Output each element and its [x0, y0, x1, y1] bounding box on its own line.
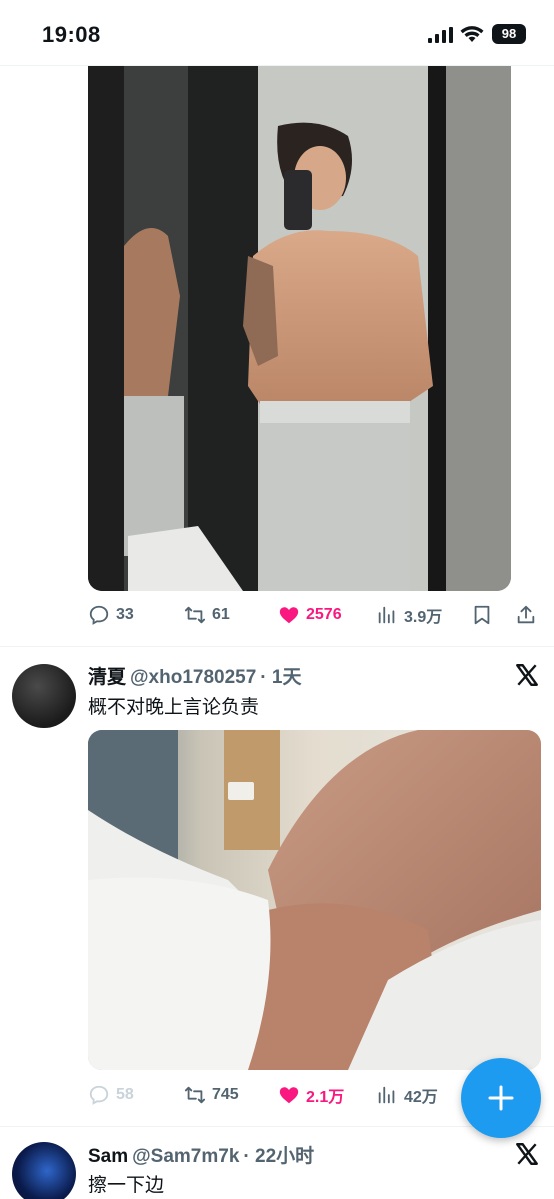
- post-actions: 33 61 2576 3.9万: [88, 600, 540, 630]
- views-icon: [378, 1086, 395, 1104]
- status-bar: 19:08 98: [0, 0, 554, 66]
- compose-button[interactable]: [461, 1058, 541, 1138]
- views-count: 42万: [404, 1089, 438, 1106]
- views-button[interactable]: 3.9万: [376, 600, 442, 630]
- reply-count: 33: [116, 606, 134, 623]
- display-name[interactable]: 清夏: [88, 667, 126, 688]
- x-logo-icon[interactable]: [514, 1141, 540, 1167]
- repost-button[interactable]: 61: [184, 600, 230, 630]
- avatar[interactable]: [12, 1142, 76, 1199]
- post-image[interactable]: [88, 66, 511, 591]
- repost-count: 745: [212, 1086, 239, 1103]
- signal-icon: [428, 27, 453, 43]
- reply-icon: [89, 1085, 109, 1105]
- bookmark-icon: [474, 605, 490, 625]
- post-header: 清夏 @xho1780257 · 1天: [88, 662, 301, 689]
- plus-icon: [488, 1085, 514, 1111]
- post-header: Sam @Sam7m7k · 22小时: [88, 1141, 314, 1168]
- reply-icon: [89, 605, 109, 625]
- status-time: 19:08: [42, 22, 101, 47]
- post-divider: [0, 1126, 554, 1127]
- post-image[interactable]: [88, 730, 541, 1070]
- post-text: 擦一下边: [88, 1175, 165, 1196]
- share-icon: [517, 605, 535, 624]
- share-button[interactable]: [515, 600, 537, 630]
- repost-icon: [184, 1086, 206, 1104]
- like-count: 2.1万: [306, 1089, 345, 1106]
- like-count: 2576: [306, 606, 342, 623]
- like-icon: [279, 607, 299, 624]
- like-icon: [279, 1087, 299, 1104]
- avatar[interactable]: [12, 664, 76, 728]
- display-name[interactable]: Sam: [88, 1146, 128, 1167]
- reply-button[interactable]: 33: [88, 600, 134, 630]
- reply-button[interactable]: 58: [88, 1080, 134, 1110]
- views-icon: [378, 606, 395, 624]
- wifi-icon: [460, 26, 484, 42]
- battery-indicator: 98: [492, 24, 526, 44]
- post-divider: [0, 646, 554, 647]
- views-count: 3.9万: [404, 609, 443, 626]
- repost-button[interactable]: 745: [184, 1080, 239, 1110]
- like-button[interactable]: 2576: [278, 600, 342, 630]
- post-text: 概不对晚上言论负责: [88, 697, 260, 718]
- user-handle[interactable]: @xho1780257: [130, 667, 256, 688]
- views-button[interactable]: 42万: [376, 1080, 438, 1110]
- reply-count: 58: [116, 1086, 134, 1103]
- bookmark-button[interactable]: [471, 600, 493, 630]
- x-logo-icon[interactable]: [514, 662, 540, 688]
- post-time: · 22小时: [243, 1146, 315, 1167]
- user-handle[interactable]: @Sam7m7k: [132, 1146, 239, 1167]
- repost-icon: [184, 606, 206, 624]
- post-time: · 1天: [260, 667, 302, 688]
- like-button[interactable]: 2.1万: [278, 1080, 344, 1110]
- repost-count: 61: [212, 606, 230, 623]
